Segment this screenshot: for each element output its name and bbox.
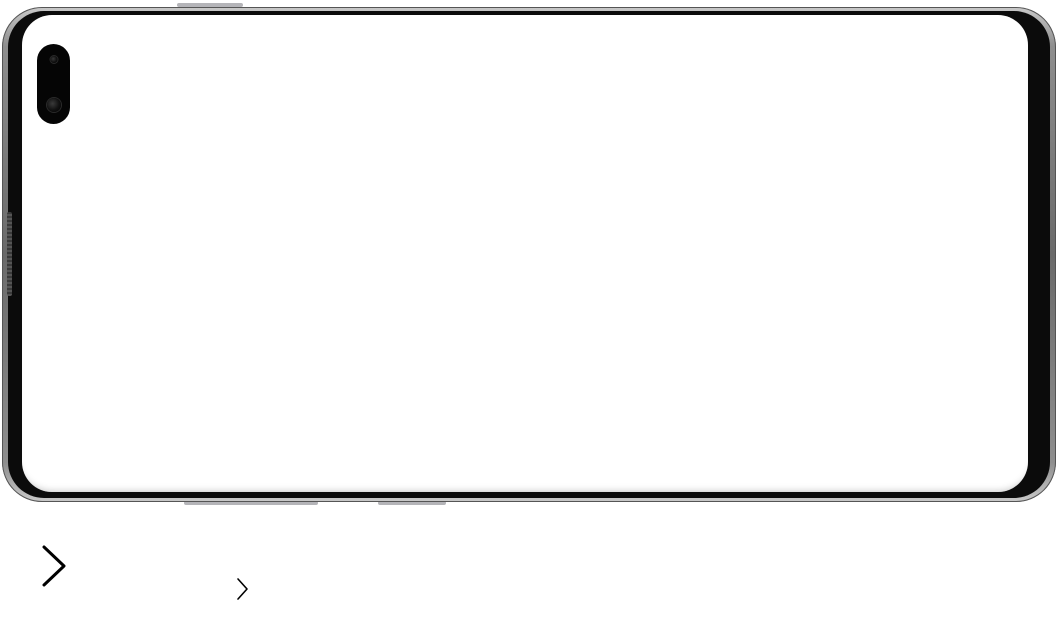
- phone-frame: [2, 7, 1056, 502]
- phone-bezel: [8, 11, 1050, 498]
- speaker-grille: [7, 212, 12, 296]
- chevron-right-icon: [237, 578, 248, 600]
- phone-screen: [22, 15, 1028, 492]
- camera-lens-icon: [46, 98, 61, 112]
- page: [0, 0, 1062, 618]
- next-item-button[interactable]: [234, 577, 250, 601]
- next-slide-button[interactable]: [38, 544, 70, 588]
- chevron-right-icon: [42, 545, 66, 587]
- front-camera-cutout: [37, 44, 70, 124]
- camera-lens-icon: [50, 56, 57, 63]
